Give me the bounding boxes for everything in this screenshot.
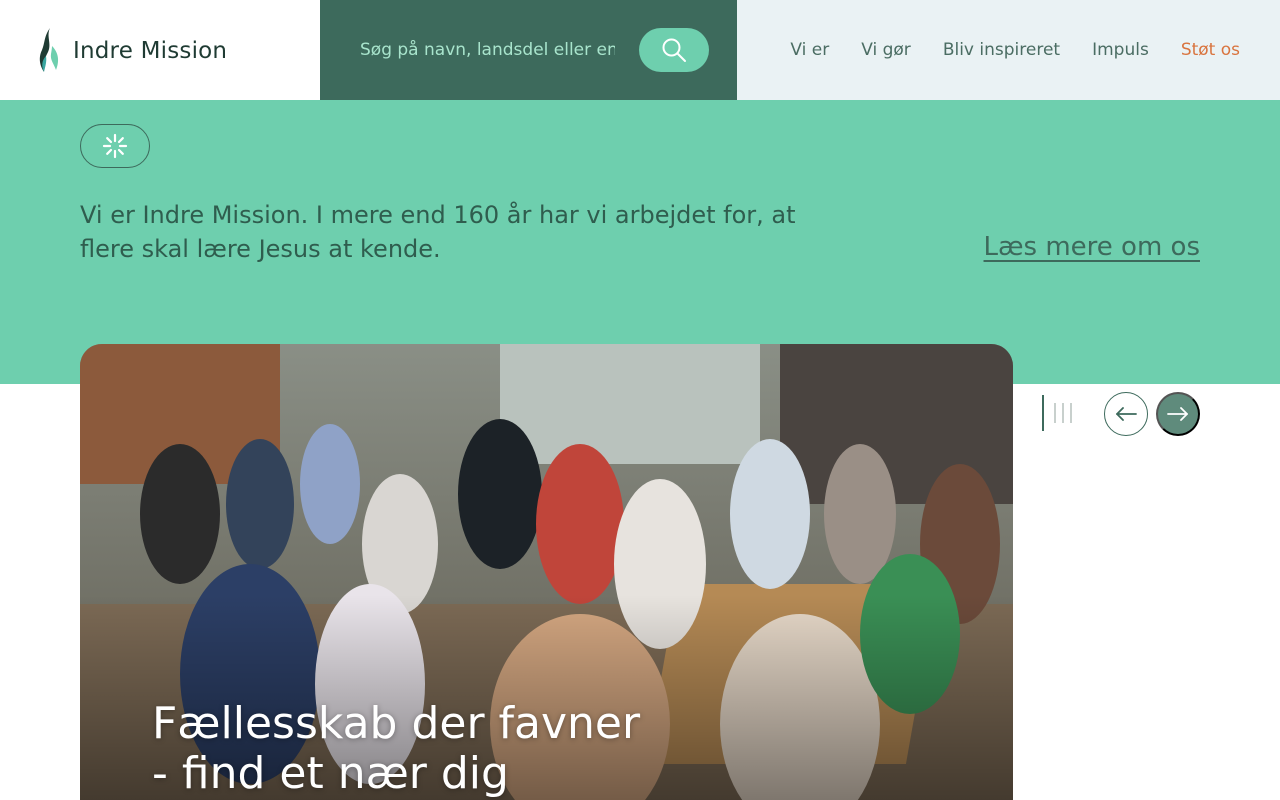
- search-button[interactable]: [639, 28, 709, 72]
- nav-item-vi-goer[interactable]: Vi gør: [861, 40, 911, 60]
- site-header: Indre Mission Vi er Vi gør Bliv inspirer…: [0, 0, 1280, 100]
- logo[interactable]: Indre Mission: [0, 0, 320, 100]
- read-more-link[interactable]: Læs mere om os: [984, 232, 1200, 262]
- logo-text: Indre Mission: [73, 38, 228, 64]
- progress-bar-active[interactable]: [1042, 395, 1044, 431]
- arrow-right-icon: [1167, 407, 1188, 421]
- search-bar: [320, 0, 737, 100]
- slider-prev-button[interactable]: [1104, 392, 1148, 436]
- pause-toggle-button[interactable]: [80, 124, 150, 168]
- hero-slide[interactable]: Fællesskab der favner - find et nær dig: [80, 344, 1013, 800]
- slide-title-line-1: Fællesskab der favner: [152, 698, 641, 749]
- spinner-icon: [102, 133, 128, 159]
- slider-progress: [1042, 395, 1072, 431]
- nav-item-bliv-inspireret[interactable]: Bliv inspireret: [943, 40, 1060, 60]
- slide-title: Fællesskab der favner - find et nær dig: [152, 699, 640, 799]
- arrow-left-icon: [1116, 407, 1137, 421]
- progress-bar[interactable]: [1070, 403, 1072, 423]
- main-nav: Vi er Vi gør Bliv inspireret Impuls Støt…: [737, 0, 1280, 100]
- search-input[interactable]: [360, 30, 615, 70]
- slider-next-button[interactable]: [1156, 392, 1200, 436]
- slide-title-line-2: - find et nær dig: [152, 748, 509, 799]
- nav-item-impuls[interactable]: Impuls: [1092, 40, 1149, 60]
- nav-item-vi-er[interactable]: Vi er: [790, 40, 829, 60]
- logo-flame-icon: [39, 28, 59, 72]
- nav-item-stoet-os[interactable]: Støt os: [1181, 40, 1240, 60]
- search-icon: [662, 38, 686, 62]
- progress-bar[interactable]: [1062, 403, 1064, 423]
- progress-bar[interactable]: [1054, 403, 1056, 423]
- intro-section: Vi er Indre Mission. I mere end 160 år h…: [0, 100, 1280, 384]
- intro-text: Vi er Indre Mission. I mere end 160 år h…: [80, 201, 796, 263]
